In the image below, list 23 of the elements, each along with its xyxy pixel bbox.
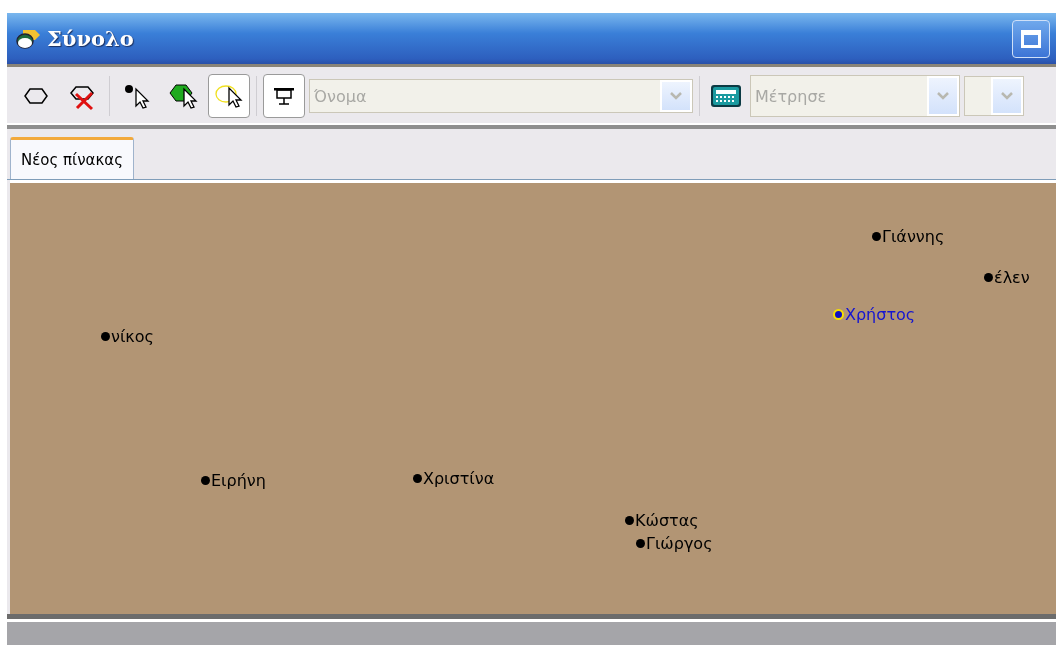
node-label: Γιώργος (646, 534, 713, 553)
node-label: Χριστίνα (423, 469, 495, 488)
window-title: Σύνολο (47, 26, 134, 51)
node-dot[interactable] (872, 232, 881, 241)
node-label: Ειρήνη (211, 471, 266, 490)
node-dot[interactable] (984, 273, 993, 282)
tab[interactable]: Νέος πίνακας (10, 137, 134, 179)
node-label: Γιάννης (882, 227, 945, 246)
calculator-icon (710, 83, 742, 109)
tool-button[interactable] (208, 74, 250, 118)
node-label: έλεν (994, 268, 1030, 287)
node-dot[interactable] (201, 476, 210, 485)
node-dot[interactable] (625, 516, 634, 525)
node-dot[interactable] (101, 332, 110, 341)
tool-button[interactable] (263, 74, 305, 118)
node-dot[interactable] (833, 309, 844, 320)
node-label: νίκος (111, 327, 154, 346)
node-dot[interactable] (636, 539, 645, 548)
node-dot[interactable] (413, 474, 422, 483)
node-label: Χρήστος (845, 305, 916, 324)
node-label: Κώστας (635, 511, 699, 530)
maximize-button[interactable] (1012, 19, 1050, 58)
fill-pointer-icon (168, 81, 198, 111)
